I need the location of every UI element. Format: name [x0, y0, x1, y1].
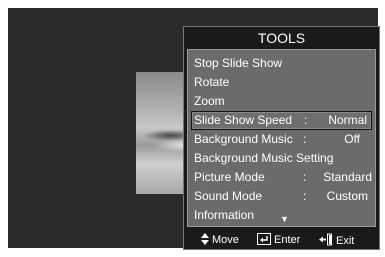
menu-item-stop-slide-show[interactable]: Stop Slide Show — [191, 54, 372, 73]
menu-item-rotate[interactable]: Rotate — [191, 73, 372, 92]
menu-item-label: Sound Mode — [194, 189, 263, 203]
enter-icon — [257, 233, 271, 245]
menu-item-label: Information — [194, 208, 255, 222]
tools-menu-footer: Move Enter Exit — [184, 227, 379, 251]
exit-hint: Exit — [319, 233, 354, 247]
tools-menu-title: TOOLS — [257, 30, 306, 46]
menu-item-zoom[interactable]: Zoom — [191, 92, 372, 111]
menu-item-value: Normal — [328, 113, 367, 127]
menu-item-background-music[interactable]: Background Music : Off — [191, 130, 372, 149]
menu-item-slide-show-speed[interactable]: Slide Show Speed : Normal — [191, 111, 372, 130]
menu-item-label: Rotate — [194, 75, 230, 89]
menu-item-separator: : — [303, 189, 307, 203]
scroll-down-icon[interactable]: ▼ — [280, 214, 289, 224]
menu-item-picture-mode[interactable]: Picture Mode : Standard — [191, 168, 372, 187]
menu-item-separator: : — [303, 132, 307, 146]
menu-item-sound-mode[interactable]: Sound Mode : Custom — [191, 187, 372, 206]
menu-item-label: Picture Mode — [194, 170, 265, 184]
menu-item-separator: : — [303, 170, 307, 184]
menu-item-label: Background Music — [194, 132, 293, 146]
menu-item-value: Standard — [323, 170, 372, 184]
menu-item-value: Custom — [326, 189, 368, 203]
menu-item-background-music-setting[interactable]: Background Music Setting — [191, 149, 372, 168]
exit-label: Exit — [336, 235, 355, 247]
enter-label: Enter — [274, 234, 301, 246]
move-hint: Move — [201, 233, 239, 247]
tools-menu-list: Stop Slide Show Rotate Zoom Slide Show S… — [187, 49, 376, 227]
menu-item-label: Slide Show Speed — [194, 113, 293, 127]
exit-door-icon — [319, 233, 332, 246]
move-label: Move — [212, 234, 239, 246]
menu-item-value: Off — [344, 132, 360, 146]
enter-hint: Enter — [257, 233, 300, 247]
tools-menu-panel: TOOLS Stop Slide Show Rotate Zoom Slide … — [183, 26, 380, 250]
menu-item-label: Background Music Setting — [194, 151, 334, 165]
menu-item-separator: : — [304, 113, 308, 127]
menu-item-label: Stop Slide Show — [194, 56, 283, 70]
menu-item-label: Zoom — [194, 94, 225, 108]
up-down-arrows-icon — [201, 233, 209, 245]
